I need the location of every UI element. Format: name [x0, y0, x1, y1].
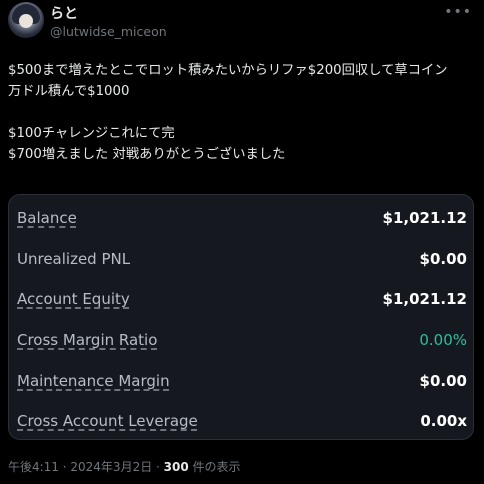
balance-label[interactable]: Balance: [17, 209, 77, 227]
balance-value: $1,021.12: [382, 209, 467, 227]
account-equity-value: $1,021.12: [382, 290, 467, 308]
account-row-maintenance-margin: Maintenance Margin $0.00: [17, 372, 467, 396]
maintenance-margin-value: $0.00: [419, 372, 467, 390]
tweet-text: $500まで増えたとこでロット積みたいからリファ$200回収して草コイン 万ドル…: [8, 60, 478, 165]
tweet-line: $500まで増えたとこでロット積みたいからリファ$200回収して草コイン: [8, 63, 448, 78]
account-row-unrealized-pnl: Unrealized PNL $0.00: [17, 250, 467, 274]
avatar-face: [19, 14, 33, 28]
cross-margin-ratio-label[interactable]: Cross Margin Ratio: [17, 331, 157, 349]
tweet-line: $100チャレンジこれにて完: [8, 126, 175, 141]
unrealized-pnl-label: Unrealized PNL: [17, 250, 131, 268]
cross-margin-ratio-value: 0.00%: [419, 331, 467, 349]
account-row-balance: Balance $1,021.12: [17, 209, 467, 233]
tweet-header: らと @lutwidse_miceon •••: [0, 0, 484, 44]
maintenance-margin-label[interactable]: Maintenance Margin: [17, 372, 170, 390]
account-row-account-equity: Account Equity $1,021.12: [17, 290, 467, 314]
author-handle[interactable]: @lutwidse_miceon: [50, 24, 167, 39]
views-count: 300: [163, 460, 189, 474]
account-summary-card: Balance $1,021.12 Unrealized PNL $0.00 A…: [8, 194, 474, 440]
author-display-name[interactable]: らと: [50, 3, 78, 23]
unrealized-pnl-value: $0.00: [419, 250, 467, 268]
avatar[interactable]: [8, 2, 44, 38]
account-row-cross-account-leverage: Cross Account Leverage 0.00x: [17, 412, 467, 436]
account-row-cross-margin-ratio: Cross Margin Ratio 0.00%: [17, 331, 467, 355]
cross-account-leverage-label[interactable]: Cross Account Leverage: [17, 412, 198, 430]
tweet-line: $700増えました 対戦ありがとうございました: [8, 147, 286, 162]
tweet-timestamp[interactable]: 午後4:11 · 2024年3月2日 ·: [8, 460, 164, 474]
tweet-line: 万ドル積んで$1000: [8, 84, 130, 99]
views-label: 件の表示: [188, 460, 241, 474]
account-equity-label[interactable]: Account Equity: [17, 290, 130, 308]
tweet-footer: 午後4:11 · 2024年3月2日 · 300 件の表示: [8, 458, 241, 475]
cross-account-leverage-value: 0.00x: [420, 412, 467, 430]
more-horizontal-icon[interactable]: •••: [444, 4, 472, 20]
